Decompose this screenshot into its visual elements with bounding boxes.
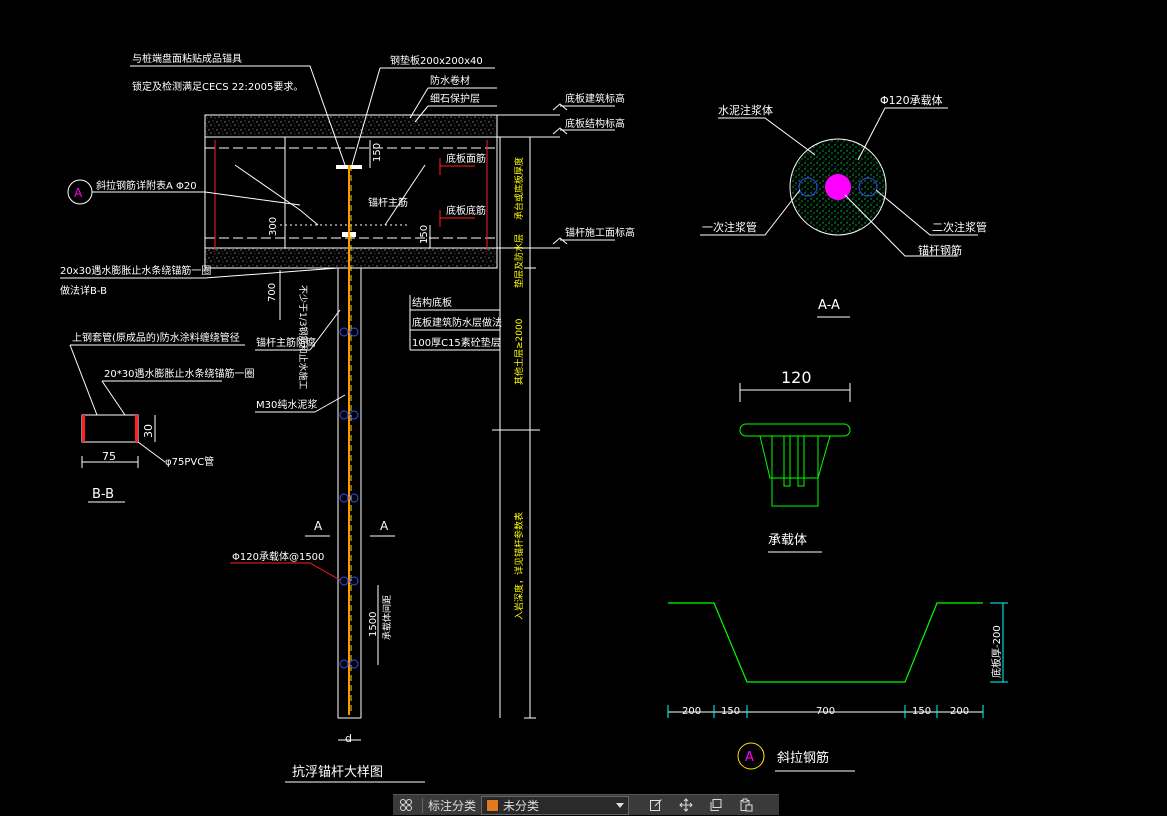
section-bb: 上钢套管(原成品的)防水涂料缠绕管径 20*30遇水膨胀止水条绕锚筋一圈 75 … — [69, 331, 254, 503]
vert-label-2: 垫层及防水层 — [513, 234, 525, 288]
bb-note-1: 上钢套管(原成品的)防水涂料缠绕管径 — [72, 331, 240, 344]
category-label: 标注分类 — [428, 798, 477, 813]
bb-title: B-B — [92, 487, 114, 502]
floor-top-label: 底板建筑标高 — [565, 92, 625, 105]
tilt-dim-150a: 150 — [721, 706, 740, 717]
dim-1500-note: 承载体间距 — [381, 595, 393, 640]
vert-label-1: 承台或底板厚度 — [513, 157, 525, 220]
dim-150b: 150 — [419, 225, 430, 244]
bb-note-2: 20*30遇水膨胀止水条绕锚筋一圈 — [104, 367, 254, 380]
section-a-left: A — [314, 519, 323, 533]
tilt-title: 斜拉钢筋 — [777, 750, 829, 766]
tilt-dim-200a: 200 — [682, 706, 701, 717]
tilt-dim-150b: 150 — [912, 706, 931, 717]
waterproof-pipe-label: 20x30遇水膨胀止水条绕锚筋一圈 — [60, 264, 211, 277]
c15-label: 100厚C15素砼垫层 — [412, 336, 501, 349]
anchor-main-label: 锚杆主筋 — [368, 196, 408, 209]
tilt-bubble-text: A — [745, 750, 754, 765]
structure-floor-label: 结构底板 — [412, 296, 452, 309]
dim-150a: 150 — [372, 143, 383, 162]
main-detail-title: 抗浮锚杆大样图 — [292, 765, 383, 780]
section-aa: 水泥注浆体 Φ120承载体 一次注浆管 二次注浆管 锚杆钢筋 A-A — [700, 93, 987, 318]
aa-rebar — [825, 174, 851, 200]
bearing-dim-120: 120 — [781, 368, 812, 387]
tilt-bar-detail: 200 150 700 150 200 底板厚-200 A 斜拉钢筋 — [667, 602, 1008, 772]
chevron-down-icon — [616, 802, 625, 808]
tilt-bar-label: 斜拉钢筋详附表A Φ20 — [96, 179, 197, 192]
note-2: 锁定及检测满足CECS 22:2005要求。 — [132, 80, 303, 93]
aa-bearing-label: Φ120承载体 — [880, 93, 943, 107]
vert-label-3: 其他土层≥2000 — [513, 318, 525, 385]
tilt-bar-shape — [668, 602, 983, 683]
section-a-right: A — [380, 519, 389, 533]
bearing-body: 120 承载体 — [739, 368, 851, 553]
tilt-dim-700: 700 — [816, 706, 835, 717]
dim-d: d — [345, 732, 352, 745]
svg-text:A: A — [74, 186, 83, 200]
tilt-dim-vert: 底板厚-200 — [990, 625, 1003, 678]
grid-icon[interactable] — [393, 795, 419, 816]
waterproof-layer-label: 防水卷材 — [430, 74, 470, 87]
anchor-top-mark-label: 锚杆施工面标高 — [565, 226, 635, 239]
slab-top-band — [204, 114, 498, 138]
dim-700: 700 — [267, 283, 278, 302]
bb-dim-75: 75 — [102, 450, 116, 463]
tilt-bar-right — [384, 164, 426, 226]
bb-dim-30: 30 — [142, 424, 155, 438]
grout-label: M30纯水泥浆 — [256, 398, 317, 411]
aa-title: A-A — [818, 298, 840, 313]
protect-layer-label: 细石保护层 — [430, 92, 480, 105]
bb-pipe — [81, 414, 139, 443]
tilt-bar-left — [234, 164, 319, 226]
toolbar-divider — [422, 797, 423, 813]
annotation-toolbar: 标注分类 未分类 — [393, 794, 779, 815]
category-value: 未分类 — [503, 798, 540, 813]
bb-pvc: φ75PVC管 — [165, 455, 214, 468]
aa-grout-label: 水泥注浆体 — [718, 103, 773, 117]
note-1: 与桩端盘面粘贴成品锚具 — [132, 52, 242, 65]
bearing-cap — [739, 423, 851, 437]
steel-plate-label: 钢垫板200x200x40 — [390, 54, 483, 67]
floor-structure-label: 底板结构标高 — [565, 117, 625, 130]
section-ref-label: 做法详B-B — [60, 284, 107, 297]
anti-rust-label: 锚杆主筋防腐 — [256, 336, 316, 349]
aa-pipe2-label: 二次注浆管 — [932, 220, 987, 234]
waterproof-coat-label: 底板建筑防水层做法 — [412, 316, 502, 329]
paste-icon[interactable] — [731, 795, 761, 816]
aa-pipe1-label: 一次注浆管 — [702, 220, 757, 234]
dim-300: 300 — [268, 217, 279, 236]
vert-label-4: 入岩深度，详见锚杆参数表 — [513, 512, 525, 620]
copy-icon[interactable] — [701, 795, 731, 816]
category-swatch — [486, 798, 500, 812]
main-detail: A A A 与桩端盘面粘贴成品锚具 锁定及检测满足CECS 22:2005要求。… — [60, 52, 635, 783]
bearing-note-label: Φ120承载体@1500 — [232, 551, 324, 563]
floor-face-label: 底板面筋 — [446, 152, 486, 165]
aa-rebar-label: 锚杆钢筋 — [918, 243, 962, 257]
edit-icon[interactable] — [641, 795, 671, 816]
cad-drawing-canvas[interactable]: A A A 与桩端盘面粘贴成品锚具 锁定及检测满足CECS 22:2005要求。… — [0, 0, 1167, 815]
bearing-title: 承载体 — [768, 533, 807, 548]
tilt-dim-200b: 200 — [950, 706, 969, 717]
category-select[interactable]: 未分类 — [481, 795, 630, 815]
dim-1500: 1500 — [368, 612, 379, 637]
move-icon[interactable] — [671, 795, 701, 816]
bottom-bar-label: 底板底筋 — [446, 204, 486, 217]
